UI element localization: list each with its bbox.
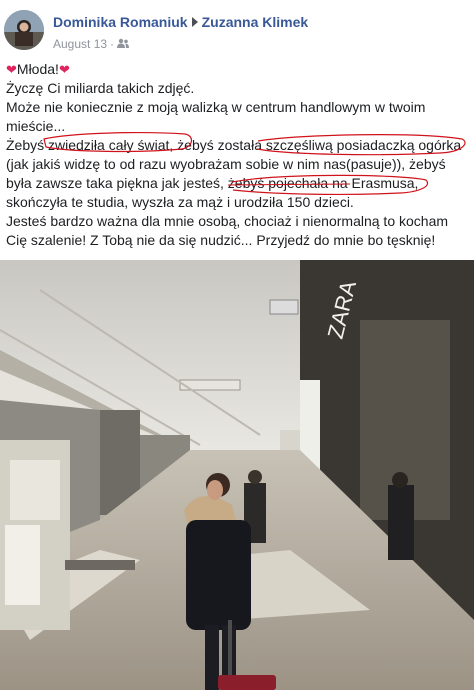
post-line-3: Może nie koniecznie z moją walizką w cen…	[6, 99, 426, 134]
heart-icon: ❤	[6, 62, 17, 77]
heart-icon: ❤	[58, 62, 70, 77]
post-line-4: Żebyś zwiedziła cały świat, żebyś został…	[6, 137, 462, 210]
post-meta: August 13 ·	[53, 37, 130, 52]
author-link[interactable]: Dominika Romaniuk	[53, 14, 188, 30]
post-photo[interactable]: ZARA	[0, 260, 474, 690]
post-header: Dominika Romaniuk Zuzanna Klimek August 1…	[0, 0, 474, 60]
post-names: Dominika Romaniuk Zuzanna Klimek	[53, 14, 308, 30]
post-body: ❤Młoda!❤ Życzę Ci miliarda takich zdjęć.…	[6, 60, 472, 250]
avatar[interactable]	[4, 10, 44, 50]
triangle-right-icon	[191, 17, 198, 28]
post-line-2: Życzę Ci miliarda takich zdjęć.	[6, 80, 195, 96]
meta-separator: ·	[110, 37, 115, 51]
post-line-5: Jesteś bardzo ważna dla mnie osobą, choc…	[6, 213, 449, 248]
recipient-link[interactable]: Zuzanna Klimek	[202, 14, 309, 30]
post-line-greeting: ❤Młoda!❤	[6, 60, 472, 79]
friends-icon[interactable]	[117, 37, 130, 51]
mall-photo: ZARA	[0, 260, 474, 690]
greeting-text: Młoda!	[16, 61, 59, 77]
post-date[interactable]: August 13	[53, 37, 107, 51]
